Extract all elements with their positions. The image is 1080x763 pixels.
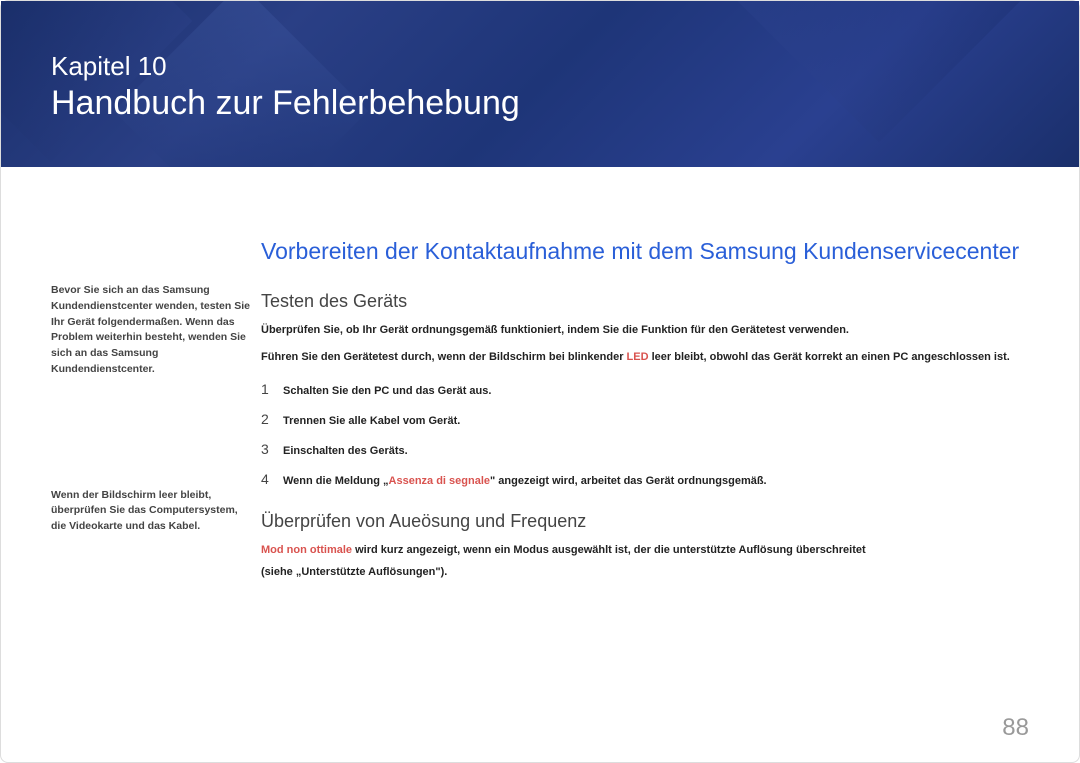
sub-heading-testing: Testen des Geräts	[261, 291, 1029, 312]
sub-heading-resolution: Überprüfen von Aueösung und Frequenz	[261, 511, 1029, 532]
step-number: 2	[261, 411, 283, 427]
body-2-red: LED	[627, 351, 649, 363]
chapter-label: Kapitel 10	[51, 51, 1029, 82]
step-item: 3 Einschalten des Geräts.	[261, 441, 1029, 457]
side-note-2: Wenn der Bildschirm leer bleibt, überprü…	[51, 488, 251, 535]
step4-red: Assenza di segnale	[389, 475, 491, 487]
body-text-1: Überprüfen Sie, ob Ihr Gerät ordnungsgem…	[261, 322, 1029, 340]
step-number: 3	[261, 441, 283, 457]
step-item: 2 Trennen Sie alle Kabel vom Gerät.	[261, 411, 1029, 427]
step-text: Trennen Sie alle Kabel vom Gerät.	[283, 415, 460, 427]
para2-a: wird kurz angezeigt, wenn ein Modus ausg…	[352, 544, 866, 556]
side-note-1-text: Bevor Sie sich an das Samsung Kundendien…	[51, 284, 250, 359]
step-text: Schalten Sie den PC und das Gerät aus.	[283, 385, 491, 397]
resolution-paragraph: Mod non ottimale wird kurz angezeigt, we…	[261, 542, 1029, 560]
body-2a: Führen Sie den Gerätetest durch, wenn de…	[261, 351, 623, 363]
step-text: Wenn die Meldung „Assenza di segnale" an…	[283, 475, 767, 487]
resolution-paragraph-2: (siehe „Unterstützte Auflösungen").	[261, 564, 1029, 582]
main-column: Vorbereiten der Kontaktaufnahme mit dem …	[251, 237, 1029, 581]
side-note-1-highlight: Kundendienstcenter.	[51, 363, 155, 375]
step-item: 1 Schalten Sie den PC und das Gerät aus.	[261, 381, 1029, 397]
body-text-2: Führen Sie den Gerätetest durch, wenn de…	[261, 349, 1029, 367]
step-number: 4	[261, 471, 283, 487]
content-area: Bevor Sie sich an das Samsung Kundendien…	[1, 167, 1079, 581]
sidebar-notes: Bevor Sie sich an das Samsung Kundendien…	[51, 237, 251, 581]
step-item: 4 Wenn die Meldung „Assenza di segnale" …	[261, 471, 1029, 487]
steps-list: 1 Schalten Sie den PC und das Gerät aus.…	[261, 381, 1029, 487]
step-text: Einschalten des Geräts.	[283, 445, 408, 457]
chapter-title: Handbuch zur Fehlerbehebung	[51, 84, 1029, 123]
para2-red: Mod non ottimale	[261, 544, 352, 556]
side-note-1: Bevor Sie sich an das Samsung Kundendien…	[51, 283, 251, 378]
step4-a: Wenn die Meldung „	[283, 475, 389, 487]
body-2b: leer bleibt, obwohl das Gerät korrekt an…	[652, 351, 1010, 363]
section-heading: Vorbereiten der Kontaktaufnahme mit dem …	[261, 237, 1029, 267]
chapter-header: Kapitel 10 Handbuch zur Fehlerbehebung	[1, 1, 1079, 167]
step4-b: " angezeigt wird, arbeitet das Gerät ord…	[490, 475, 767, 487]
page-number: 88	[1002, 714, 1029, 742]
step-number: 1	[261, 381, 283, 397]
